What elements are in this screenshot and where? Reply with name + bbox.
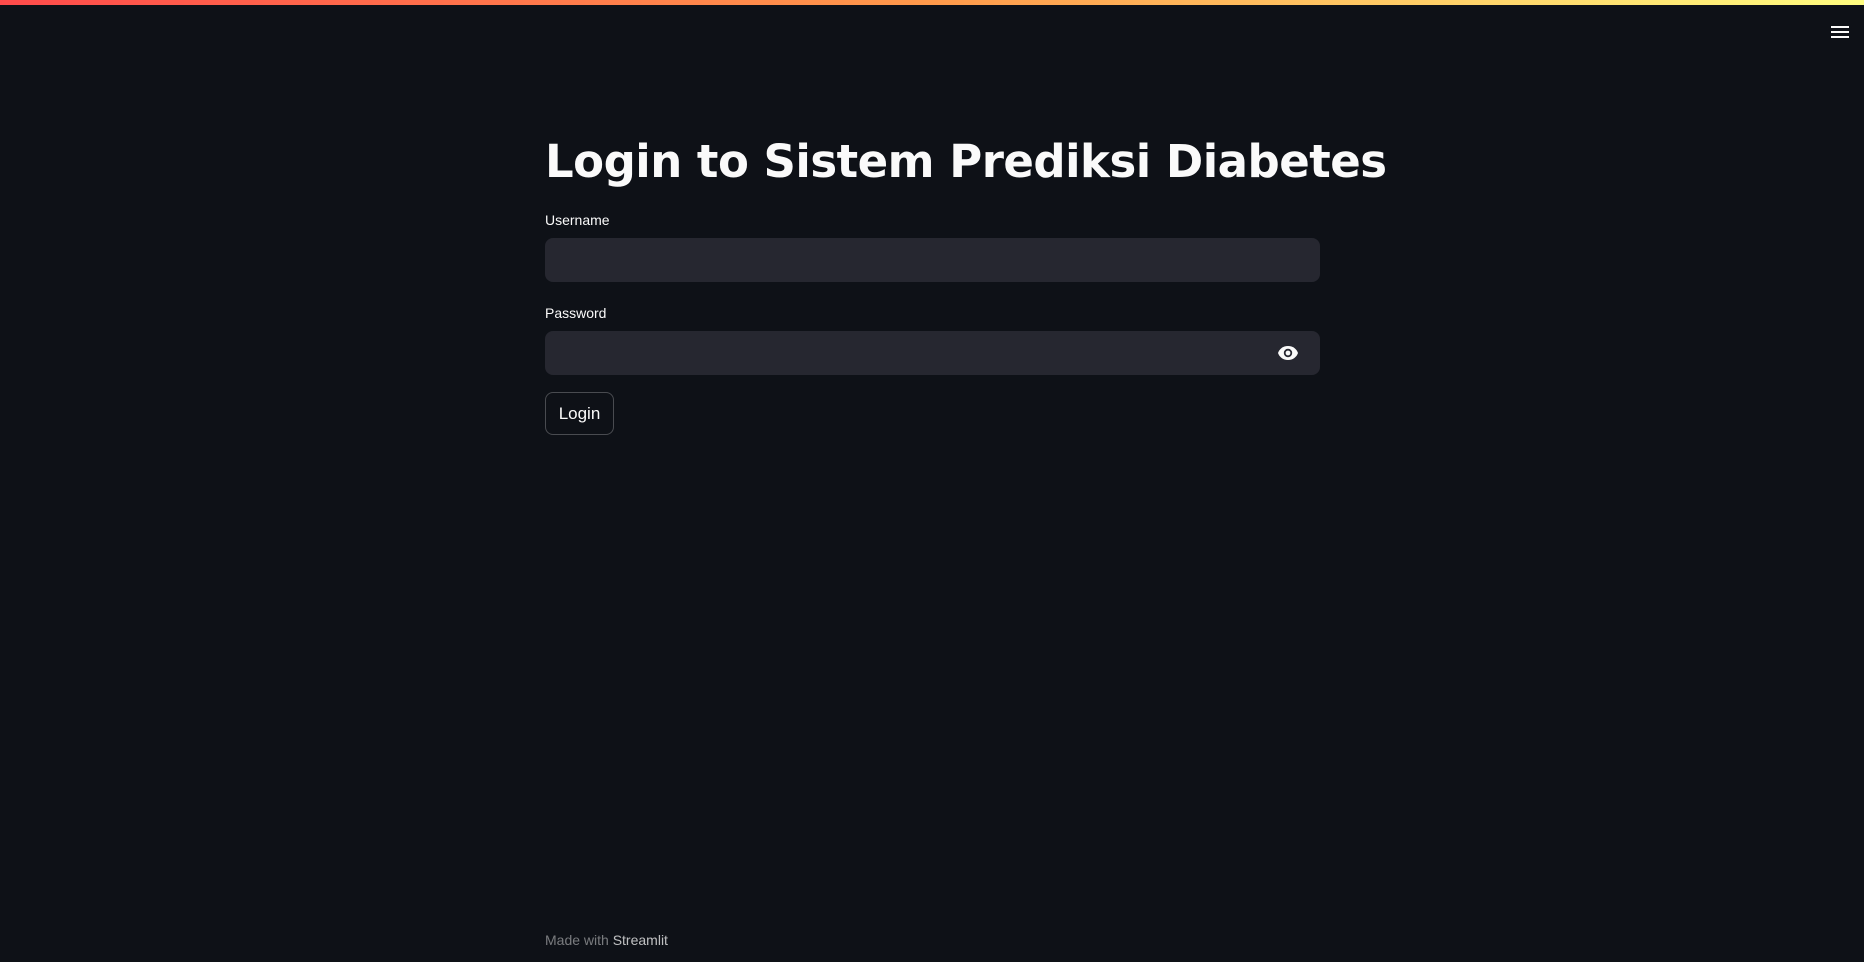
hamburger-menu-icon (1831, 26, 1849, 38)
password-input[interactable] (545, 331, 1320, 375)
username-input[interactable] (545, 238, 1320, 282)
page-title: Login to Sistem Prediksi Diabetes (545, 135, 1387, 188)
login-button[interactable]: Login (545, 392, 614, 435)
password-field-container (545, 331, 1320, 375)
footer: Made with Streamlit (545, 932, 668, 948)
username-label: Username (545, 212, 610, 228)
app-root: Login to Sistem Prediksi Diabetes Userna… (0, 0, 1864, 962)
eye-icon (1278, 346, 1298, 360)
streamlit-link[interactable]: Streamlit (613, 932, 668, 948)
footer-prefix: Made with (545, 932, 613, 948)
show-password-toggle[interactable] (1276, 341, 1300, 365)
top-decoration-bar (0, 0, 1864, 5)
username-field-container (545, 238, 1320, 282)
main-menu-button[interactable] (1826, 18, 1854, 46)
password-label: Password (545, 305, 607, 321)
